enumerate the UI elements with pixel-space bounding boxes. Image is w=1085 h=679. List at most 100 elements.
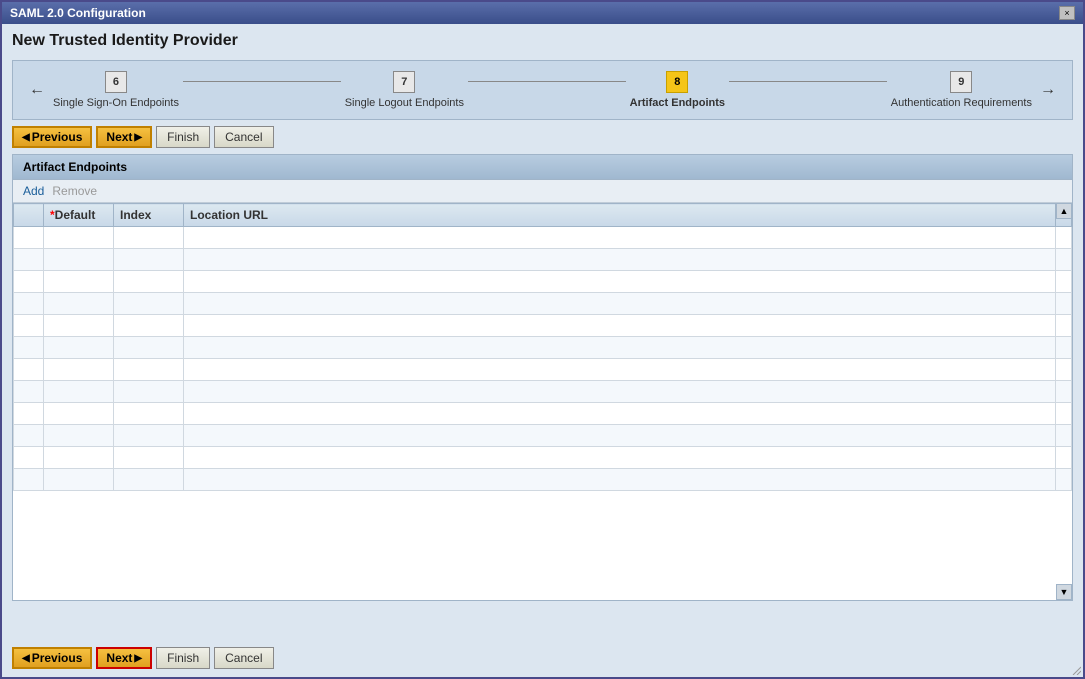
table-section-title: Artifact Endpoints — [13, 155, 1072, 180]
row-index — [114, 315, 184, 337]
table-row — [14, 227, 1072, 249]
row-url — [184, 227, 1056, 249]
row-check[interactable] — [14, 249, 44, 271]
row-default — [44, 403, 114, 425]
bottom-previous-arrow-icon: ◀ — [22, 653, 30, 664]
col-url-header: Location URL — [184, 204, 1056, 227]
table-header-row: *Default Index Location URL — [14, 204, 1072, 227]
row-check[interactable] — [14, 227, 44, 249]
row-url — [184, 469, 1056, 491]
row-scroll — [1056, 315, 1072, 337]
bottom-previous-button[interactable]: ◀ Previous — [12, 647, 92, 669]
top-next-button[interactable]: Next ▶ — [96, 126, 152, 148]
wizard-step-7: 7 Single Logout Endpoints — [345, 71, 464, 109]
row-index — [114, 249, 184, 271]
previous-arrow-icon: ◀ — [22, 132, 30, 143]
top-previous-button[interactable]: ◀ Previous — [12, 126, 92, 148]
row-url — [184, 337, 1056, 359]
bottom-finish-button[interactable]: Finish — [156, 647, 210, 669]
main-window: SAML 2.0 Configuration × New Trusted Ide… — [0, 0, 1085, 679]
bottom-toolbar: ◀ Previous Next ▶ Finish Cancel — [12, 647, 1073, 669]
row-check[interactable] — [14, 381, 44, 403]
table-toolbar: Add Remove — [13, 180, 1072, 203]
endpoints-table: *Default Index Location URL — [13, 203, 1072, 491]
scroll-down-button[interactable]: ▼ — [1056, 584, 1072, 600]
row-index — [114, 447, 184, 469]
step-9-number: 9 — [950, 71, 972, 93]
table-row — [14, 403, 1072, 425]
wizard-steps-inner: 6 Single Sign-On Endpoints 7 Single Logo… — [53, 71, 1032, 109]
row-scroll — [1056, 337, 1072, 359]
remove-button[interactable]: Remove — [52, 184, 97, 198]
top-finish-button[interactable]: Finish — [156, 126, 210, 148]
wizard-steps: ← 6 Single Sign-On Endpoints 7 Single Lo… — [12, 60, 1073, 120]
step-9-label: Authentication Requirements — [891, 97, 1032, 109]
step-8-label: Artifact Endpoints — [630, 97, 725, 109]
top-cancel-button[interactable]: Cancel — [214, 126, 273, 148]
row-scroll — [1056, 425, 1072, 447]
row-url — [184, 359, 1056, 381]
title-bar: SAML 2.0 Configuration × — [2, 2, 1083, 24]
step-line-3 — [729, 81, 887, 82]
row-check[interactable] — [14, 447, 44, 469]
row-url — [184, 381, 1056, 403]
row-check[interactable] — [14, 315, 44, 337]
top-toolbar: ◀ Previous Next ▶ Finish Cancel — [12, 126, 1073, 148]
row-index — [114, 403, 184, 425]
wizard-step-6: 6 Single Sign-On Endpoints — [53, 71, 179, 109]
col-index-header: Index — [114, 204, 184, 227]
row-default — [44, 315, 114, 337]
row-scroll — [1056, 293, 1072, 315]
row-check[interactable] — [14, 337, 44, 359]
row-check[interactable] — [14, 271, 44, 293]
row-scroll — [1056, 469, 1072, 491]
row-index — [114, 293, 184, 315]
close-button[interactable]: × — [1059, 6, 1075, 20]
row-url — [184, 249, 1056, 271]
step-8-number: 8 — [666, 71, 688, 93]
add-button[interactable]: Add — [23, 184, 44, 198]
row-url — [184, 293, 1056, 315]
table-row — [14, 337, 1072, 359]
bottom-next-arrow-icon: ▶ — [134, 653, 142, 664]
row-check[interactable] — [14, 403, 44, 425]
table-row — [14, 469, 1072, 491]
scroll-up-button[interactable]: ▲ — [1056, 203, 1072, 219]
row-default — [44, 337, 114, 359]
col-checkbox-header — [14, 204, 44, 227]
row-index — [114, 271, 184, 293]
row-default — [44, 359, 114, 381]
table-body — [14, 227, 1072, 491]
wizard-arrow-right-icon: → — [1040, 81, 1056, 99]
row-check[interactable] — [14, 469, 44, 491]
window-title: SAML 2.0 Configuration — [10, 6, 146, 20]
table-row — [14, 271, 1072, 293]
row-index — [114, 425, 184, 447]
bottom-next-button[interactable]: Next ▶ — [96, 647, 152, 669]
wizard-step-9: 9 Authentication Requirements — [891, 71, 1032, 109]
step-line-2 — [468, 81, 626, 82]
col-default-header: *Default — [44, 204, 114, 227]
artifact-endpoints-section: Artifact Endpoints Add Remove *Default I… — [12, 154, 1073, 601]
window-controls: × — [1059, 6, 1075, 20]
row-index — [114, 469, 184, 491]
row-default — [44, 249, 114, 271]
step-7-label: Single Logout Endpoints — [345, 97, 464, 109]
row-url — [184, 403, 1056, 425]
row-index — [114, 381, 184, 403]
row-check[interactable] — [14, 293, 44, 315]
step-line-1 — [183, 81, 341, 82]
row-url — [184, 315, 1056, 337]
row-url — [184, 271, 1056, 293]
resize-handle[interactable] — [1069, 663, 1081, 675]
table-row — [14, 315, 1072, 337]
wizard-arrow-left-icon: ← — [29, 81, 45, 99]
table-row — [14, 249, 1072, 271]
row-check[interactable] — [14, 359, 44, 381]
row-default — [44, 447, 114, 469]
row-default — [44, 469, 114, 491]
row-scroll — [1056, 381, 1072, 403]
bottom-cancel-button[interactable]: Cancel — [214, 647, 273, 669]
row-scroll — [1056, 227, 1072, 249]
row-check[interactable] — [14, 425, 44, 447]
